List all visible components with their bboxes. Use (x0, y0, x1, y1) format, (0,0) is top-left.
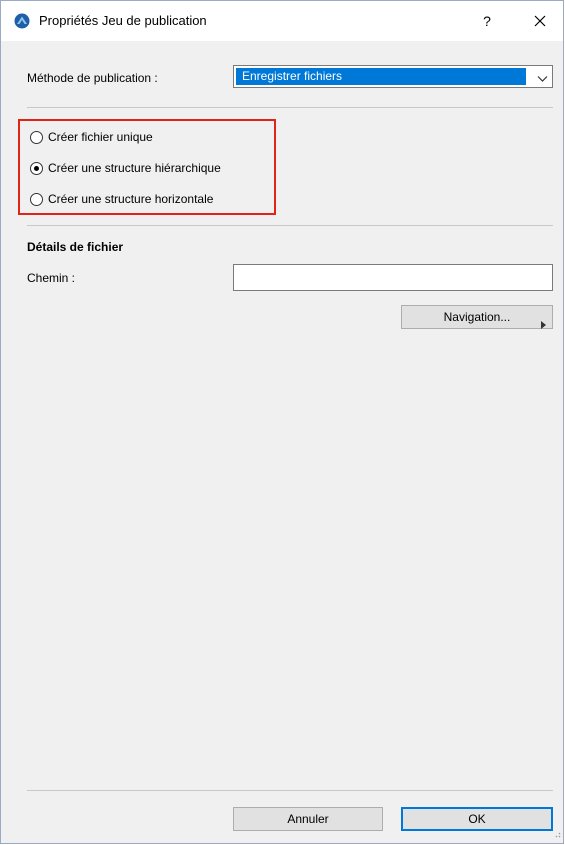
cancel-button[interactable]: Annuler (233, 807, 383, 831)
publishing-method-value: Enregistrer fichiers (236, 68, 526, 85)
divider (27, 225, 553, 226)
navigation-button-label: Navigation... (443, 310, 511, 324)
dialog-window: Propriétés Jeu de publication ? Méthode … (0, 0, 564, 844)
archicad-icon (14, 13, 30, 29)
window-title: Propriétés Jeu de publication (39, 13, 207, 28)
chevron-down-icon (537, 72, 548, 86)
radio-button[interactable] (30, 161, 43, 175)
radio-button[interactable] (30, 130, 43, 144)
path-label: Chemin : (27, 271, 76, 285)
radio-option-hierarchical[interactable]: Créer une structure hiérarchique (30, 159, 221, 177)
radio-label: Créer fichier unique (48, 130, 153, 144)
path-input[interactable] (233, 264, 553, 291)
title-bar: Propriétés Jeu de publication ? (1, 1, 563, 41)
resize-grip-icon[interactable] (553, 827, 561, 841)
radio-option-single-file[interactable]: Créer fichier unique (30, 128, 153, 146)
structure-options-group: Créer fichier unique Créer une structure… (18, 119, 276, 215)
navigation-button[interactable]: Navigation... (401, 305, 553, 329)
publishing-method-label: Méthode de publication : (27, 71, 158, 85)
radio-label: Créer une structure horizontale (48, 192, 214, 206)
close-button[interactable] (527, 9, 553, 33)
publishing-method-select[interactable]: Enregistrer fichiers (233, 65, 553, 88)
help-button[interactable]: ? (475, 9, 499, 33)
ok-button[interactable]: OK (401, 807, 553, 831)
divider (27, 790, 553, 791)
close-icon (534, 15, 546, 30)
triangle-right-icon (541, 314, 546, 336)
file-details-heading: Détails de fichier (27, 240, 124, 254)
radio-button[interactable] (30, 192, 43, 206)
radio-label: Créer une structure hiérarchique (48, 161, 221, 175)
divider (27, 107, 553, 108)
radio-option-horizontal[interactable]: Créer une structure horizontale (30, 190, 213, 208)
